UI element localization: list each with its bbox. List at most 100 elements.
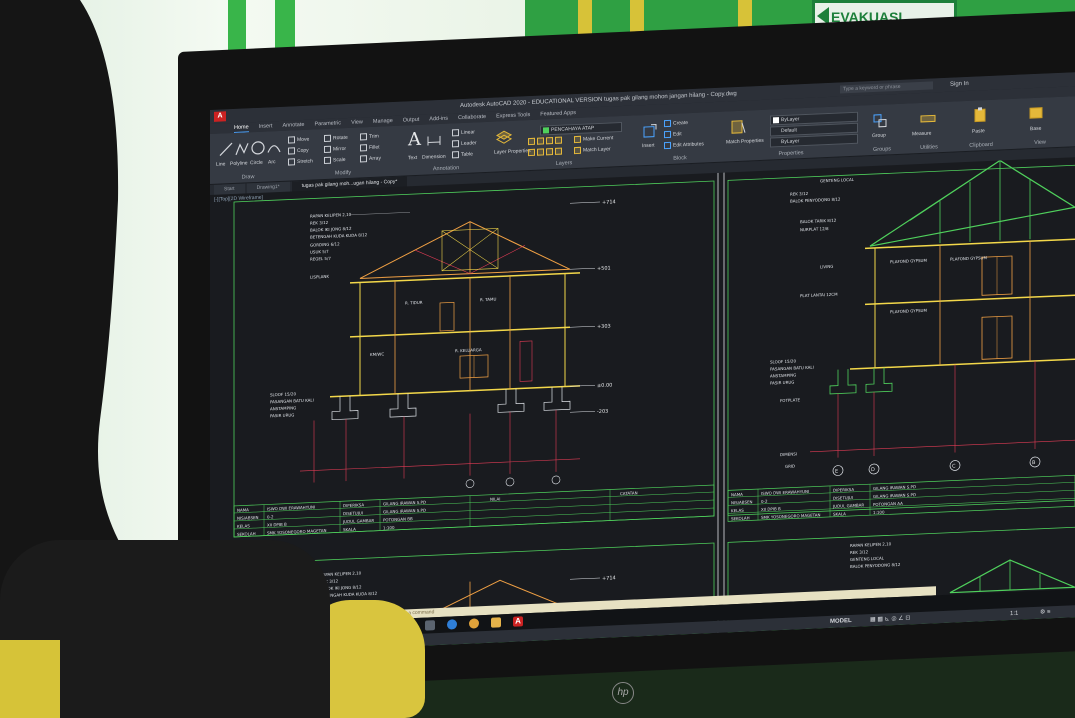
title-block-cell: NILAI xyxy=(490,496,500,501)
annotation-scale[interactable]: 1:1 xyxy=(1010,608,1018,620)
chrome-icon[interactable] xyxy=(469,618,479,629)
room-label: R. KELUARGA xyxy=(455,347,482,353)
leader-label: DIMENSI xyxy=(780,451,797,457)
stretch-label: Stretch xyxy=(297,158,313,166)
base-button[interactable]: Base xyxy=(1030,126,1041,132)
circle-button[interactable]: Circle xyxy=(250,160,263,167)
title-block-cell: SEKOLAH xyxy=(237,531,256,537)
store-icon[interactable] xyxy=(425,620,435,631)
rotate-button[interactable]: Rotate xyxy=(324,134,348,143)
roof-strut xyxy=(414,249,471,274)
annotation-group-label: Annotation xyxy=(432,165,460,173)
leader-button[interactable]: Leader xyxy=(452,139,477,148)
leader-label: RAPAN KELIPEN 2,10 xyxy=(310,212,352,219)
leader-label: SLOOF 15/20 xyxy=(770,358,796,364)
model-space-button[interactable]: MODEL xyxy=(830,615,852,628)
autocad-taskbar-icon[interactable]: A xyxy=(513,616,523,627)
grid-toggle-icon[interactable]: ▦ ▦ ⊾ ◎ ∠ ⊡ xyxy=(870,612,910,626)
level-label: ±0.00 xyxy=(597,382,612,389)
mirror-button[interactable]: Mirror xyxy=(324,145,346,154)
right-floor-slab xyxy=(865,294,1075,306)
layer-thaw-icon xyxy=(546,148,553,156)
table-label: Table xyxy=(461,151,473,158)
insert-button[interactable]: Insert xyxy=(642,143,655,150)
leader-label: ANSTAMPING xyxy=(270,405,296,411)
arc-button[interactable]: Arc xyxy=(268,159,276,165)
group-button[interactable]: Group xyxy=(872,132,886,139)
room-label: KM/WC xyxy=(370,351,384,357)
sign-in-button[interactable]: Sign In xyxy=(950,77,969,92)
door xyxy=(439,301,455,332)
grid-bubble-label: D xyxy=(871,467,875,473)
polyline-button[interactable]: Polyline xyxy=(230,160,248,167)
view-group: Base View xyxy=(1010,98,1070,147)
tab-view[interactable]: View xyxy=(351,117,363,128)
title-block-cell: GILANG IRAWAN S.PD xyxy=(383,508,426,515)
tab-insert[interactable]: Insert xyxy=(259,121,273,132)
match-layer-icon xyxy=(574,146,581,155)
leader-label: USUK 5/7 xyxy=(310,249,329,255)
text-button[interactable]: Text xyxy=(408,155,417,161)
block-group: Insert Create Edit Edit Attributes Block xyxy=(640,114,720,163)
title-block-cell: GILANG IRAWAN S.PD xyxy=(383,500,426,507)
layer-freeze-icon xyxy=(546,137,553,145)
leader-label: GORDING 6/12 xyxy=(310,241,340,247)
layer-lock-icon xyxy=(555,136,562,144)
base-view-icon xyxy=(1029,107,1043,119)
layer-tool-icons-2[interactable] xyxy=(528,147,564,157)
grid-bubble-label: B xyxy=(1032,460,1036,466)
leader-label: PASIR URUG xyxy=(770,379,794,385)
move-button[interactable]: Move xyxy=(288,136,309,144)
fillet-button[interactable]: Fillet xyxy=(360,144,380,152)
grid-bubble xyxy=(465,479,475,488)
folder-icon[interactable] xyxy=(491,617,501,628)
leader-icon xyxy=(452,140,459,148)
trim-icon xyxy=(360,133,367,141)
trim-button[interactable]: Trim xyxy=(360,133,379,141)
layer-tool-icons[interactable] xyxy=(528,136,564,146)
room-label: PLAFOND GYPSUM xyxy=(890,258,927,265)
edge-icon[interactable] xyxy=(447,619,457,630)
level-marker xyxy=(570,201,600,204)
linetype-value: Default xyxy=(781,127,797,135)
title-block-cell: ISWO DWI ERAWAHYUNI xyxy=(267,504,315,511)
mirror-icon xyxy=(324,145,331,154)
create-block-button[interactable]: Create xyxy=(664,119,688,128)
edit-block-button[interactable]: Edit xyxy=(664,130,682,139)
autocad-logo-icon[interactable]: A xyxy=(214,111,226,122)
leader-label: BETENGAH KUDA KUDA 8/12 xyxy=(310,232,368,240)
move-icon xyxy=(288,136,295,144)
line-button[interactable]: Line xyxy=(216,161,225,167)
match-layer-button[interactable]: Match Layer xyxy=(574,146,611,155)
arc-icon xyxy=(267,145,281,153)
linear-button[interactable]: Linear xyxy=(452,128,475,137)
right-leader-labels: GENTENG LOCAL REK 3/12 BALOK PENYODONG 8… xyxy=(770,177,855,469)
table-button[interactable]: Table xyxy=(452,151,473,159)
utilities-group-label: Utilities xyxy=(920,144,938,151)
edit-attributes-button[interactable]: Edit Attributes xyxy=(664,140,704,150)
stretch-button[interactable]: Stretch xyxy=(288,158,313,166)
drawing-canvas[interactable]: +714 +501 +303 ±0.00 -203 RAPAN KELIPEN … xyxy=(210,157,1075,656)
paste-button[interactable]: Paste xyxy=(972,128,985,135)
title-block-cell: 1:100 xyxy=(383,525,395,531)
level-label: +501 xyxy=(597,266,611,273)
create-block-icon xyxy=(664,119,671,128)
tab-home[interactable]: Home xyxy=(234,122,249,133)
layer-properties-button[interactable]: Layer Properties xyxy=(494,148,531,156)
edit-attributes-icon xyxy=(664,141,671,150)
layer-unisolate-icon xyxy=(537,148,544,156)
measure-button[interactable]: Measure xyxy=(912,131,931,138)
title-block-cell: DIPERIKSA xyxy=(343,502,364,508)
linear-icon xyxy=(452,129,459,137)
dimension-button[interactable]: Dimension xyxy=(422,154,446,161)
title-block-cell: NIS/ABSEN xyxy=(731,499,753,505)
level-label: +303 xyxy=(597,324,611,331)
copy-button[interactable]: Copy xyxy=(288,147,309,155)
room-label: R. TAMU xyxy=(480,296,496,302)
search-input[interactable]: Type a keyword or phrase xyxy=(840,81,933,94)
scale-button[interactable]: Scale xyxy=(324,156,346,165)
array-button[interactable]: Array xyxy=(360,155,381,163)
match-properties-button[interactable]: Match Properties xyxy=(726,138,764,146)
settings-gear-icon[interactable]: ⚙ ≡ xyxy=(1040,606,1051,618)
make-current-button[interactable]: Make Current xyxy=(574,134,613,144)
